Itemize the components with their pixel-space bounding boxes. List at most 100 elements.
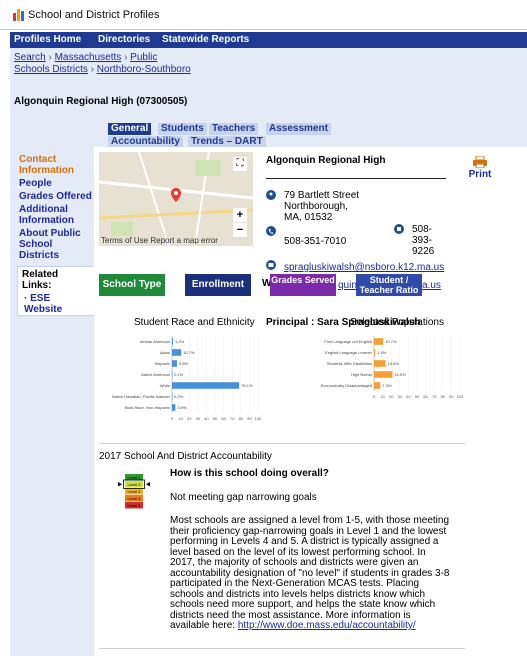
accountability-level-indicator: Level 1 Level 2 Level 3 Level 4 Level 5 [118, 474, 150, 509]
name-underline [266, 178, 446, 179]
race-chart-bar [172, 338, 174, 345]
population-chart-value-label: 1.4% [377, 350, 387, 355]
race-chart-tick-label: 40 [204, 416, 209, 421]
race-chart-tick-label: 70 [230, 416, 235, 421]
tile-enrollment: Enrollment [185, 274, 251, 296]
map-footer[interactable]: Terms of Use Report a map error [101, 236, 218, 245]
race-chart-value-label: 0.2% [174, 394, 184, 399]
race-chart-title: Student Race and Ethnicity [134, 317, 255, 328]
sidebar: Contact Information People Grades Offere… [19, 154, 95, 261]
map-zoom-out-button[interactable]: − [233, 223, 247, 237]
email-icon [266, 260, 276, 270]
address-line-1: 79 Bartlett Street [284, 190, 360, 201]
window-title: School and District Profiles [28, 9, 160, 21]
location-map[interactable]: ⛶ + − Terms of Use Report a map error [99, 152, 253, 246]
race-chart-tick-label: 50 [213, 416, 218, 421]
address-icon [266, 190, 276, 200]
population-chart-bar [374, 349, 376, 356]
breadcrumb-schools-districts[interactable]: Schools Districts [14, 64, 88, 75]
tile-school-type: School Type [99, 274, 165, 296]
race-chart-value-label: 5.8% [179, 361, 189, 366]
population-chart-value-label: 21.5% [394, 372, 406, 377]
related-links-box: Related Links: · ESE Website [17, 266, 95, 316]
tab-students[interactable]: Students [158, 123, 207, 135]
address-line-3: MA, 01532 [284, 212, 333, 223]
race-chart-bar [172, 360, 177, 367]
accountability-text-line: schools need more support, and helps the… [170, 599, 436, 610]
level-label: Level 3 [128, 489, 142, 494]
race-chart-tick-label: 30 [196, 416, 201, 421]
sidebar-item-grades-offered[interactable]: Grades Offered [19, 191, 95, 202]
title-bar: School and District Profiles [0, 0, 527, 30]
race-chart-category-label: Multi-Race, Non-Hispanic [125, 405, 170, 410]
race-chart-value-label: 10.7% [183, 350, 195, 355]
nav-directories[interactable]: Directories [98, 34, 150, 45]
top-nav: Profiles Home Directories Statewide Repo… [10, 32, 527, 48]
race-chart-tick-label: 0 [171, 416, 174, 421]
population-chart-tick-label: 60 [423, 394, 428, 399]
breadcrumb-massachusetts[interactable]: Massachusetts [55, 52, 122, 63]
map-fullscreen-button[interactable]: ⛶ [233, 157, 247, 171]
population-chart-category-label: Economically Disadvantaged [321, 383, 372, 388]
nav-profiles-home[interactable]: Profiles Home [14, 34, 81, 45]
race-chart-value-label: 78.1% [241, 383, 253, 388]
website-link-tail[interactable]: a.us [422, 280, 441, 291]
population-chart-value-label: 10.7% [385, 339, 397, 344]
population-chart-bar [374, 382, 381, 389]
school-name: Algonquin Regional High [266, 155, 386, 166]
race-chart-tick-label: 80 [239, 416, 244, 421]
breadcrumb: Search › Massachusetts › Public Schools … [14, 52, 191, 75]
sidebar-item-contact-information[interactable]: Contact Information [19, 154, 95, 176]
race-chart-tick-label: 10 [178, 416, 183, 421]
fax-line-3: 9226 [412, 246, 435, 257]
population-chart-tick-label: 40 [406, 394, 411, 399]
phone-icon [266, 226, 276, 236]
fax-line-1: 508- [412, 224, 433, 235]
race-chart-tick-label: 90 [247, 416, 252, 421]
related-links-title: Related Links: [22, 269, 59, 291]
sidebar-item-people[interactable]: People [19, 178, 95, 189]
sidebar-item-additional-information[interactable]: Additional Information [19, 204, 95, 226]
race-ethnicity-chart: 0 10 20 30 40 50 60 70 80 90 100African American 1.… [112, 336, 262, 421]
accountability-link[interactable]: http://www.doe.mass.edu/accountability/ [238, 620, 416, 631]
breadcrumb-search[interactable]: Search [14, 52, 46, 63]
population-chart-category-label: High Needs [351, 372, 372, 377]
selected-populations-title: Selected Populations [350, 317, 444, 328]
race-chart-bar [172, 393, 173, 400]
level-label: Level 2 [128, 482, 142, 487]
race-chart-category-label: Hispanic [155, 361, 170, 366]
sidebar-item-about-public-school-districts[interactable]: About Public School Districts [19, 228, 95, 261]
tab-assessment[interactable]: Assessment [266, 123, 331, 135]
address-line-2: Northborough, [284, 201, 348, 212]
race-chart-tick-label: 20 [187, 416, 192, 421]
race-chart-value-label: 3.9% [177, 405, 187, 410]
accountability-more-info: available here: http://www.doe.mass.edu/… [170, 620, 460, 632]
map-zoom-in-button[interactable]: + [233, 208, 247, 222]
race-chart-category-label: Native American [141, 372, 170, 377]
phone-number: 508-351-7010 [284, 236, 347, 247]
bottom-divider [99, 648, 465, 649]
print-button[interactable]: Print [462, 155, 498, 180]
breadcrumb-public[interactable]: Public [130, 52, 157, 63]
nav-statewide-reports[interactable]: Statewide Reports [162, 34, 249, 45]
tile-grades-served: Grades Served [270, 274, 336, 296]
level-label: Level 5 [128, 503, 142, 508]
population-chart-tick-label: 10 [380, 394, 385, 399]
race-chart-tick-label: 60 [221, 416, 226, 421]
population-chart-tick-label: 70 [432, 394, 437, 399]
race-chart-bar [172, 382, 240, 389]
tab-general[interactable]: General [108, 123, 152, 135]
race-chart-tick-label: 100 [255, 416, 262, 421]
email-link[interactable]: spragluskiwalsh@nsboro.k12.ma.us [284, 262, 444, 273]
print-label: Print [468, 169, 492, 180]
level-label: Level 4 [128, 496, 142, 501]
population-chart-bar [374, 371, 393, 378]
population-chart-category-label: First Language not English [324, 339, 372, 344]
related-link-ese-website[interactable]: ESE Website [24, 293, 62, 315]
population-chart-tick-label: 90 [449, 394, 454, 399]
breadcrumb-district[interactable]: Northboro-Southboro [97, 64, 191, 75]
tab-teachers[interactable]: Teachers [209, 123, 259, 135]
population-chart-value-label: 7.3% [382, 383, 392, 388]
accountability-text-line: 2017, the majority of schools and distri… [170, 557, 419, 568]
population-chart-tick-label: 100 [457, 394, 464, 399]
